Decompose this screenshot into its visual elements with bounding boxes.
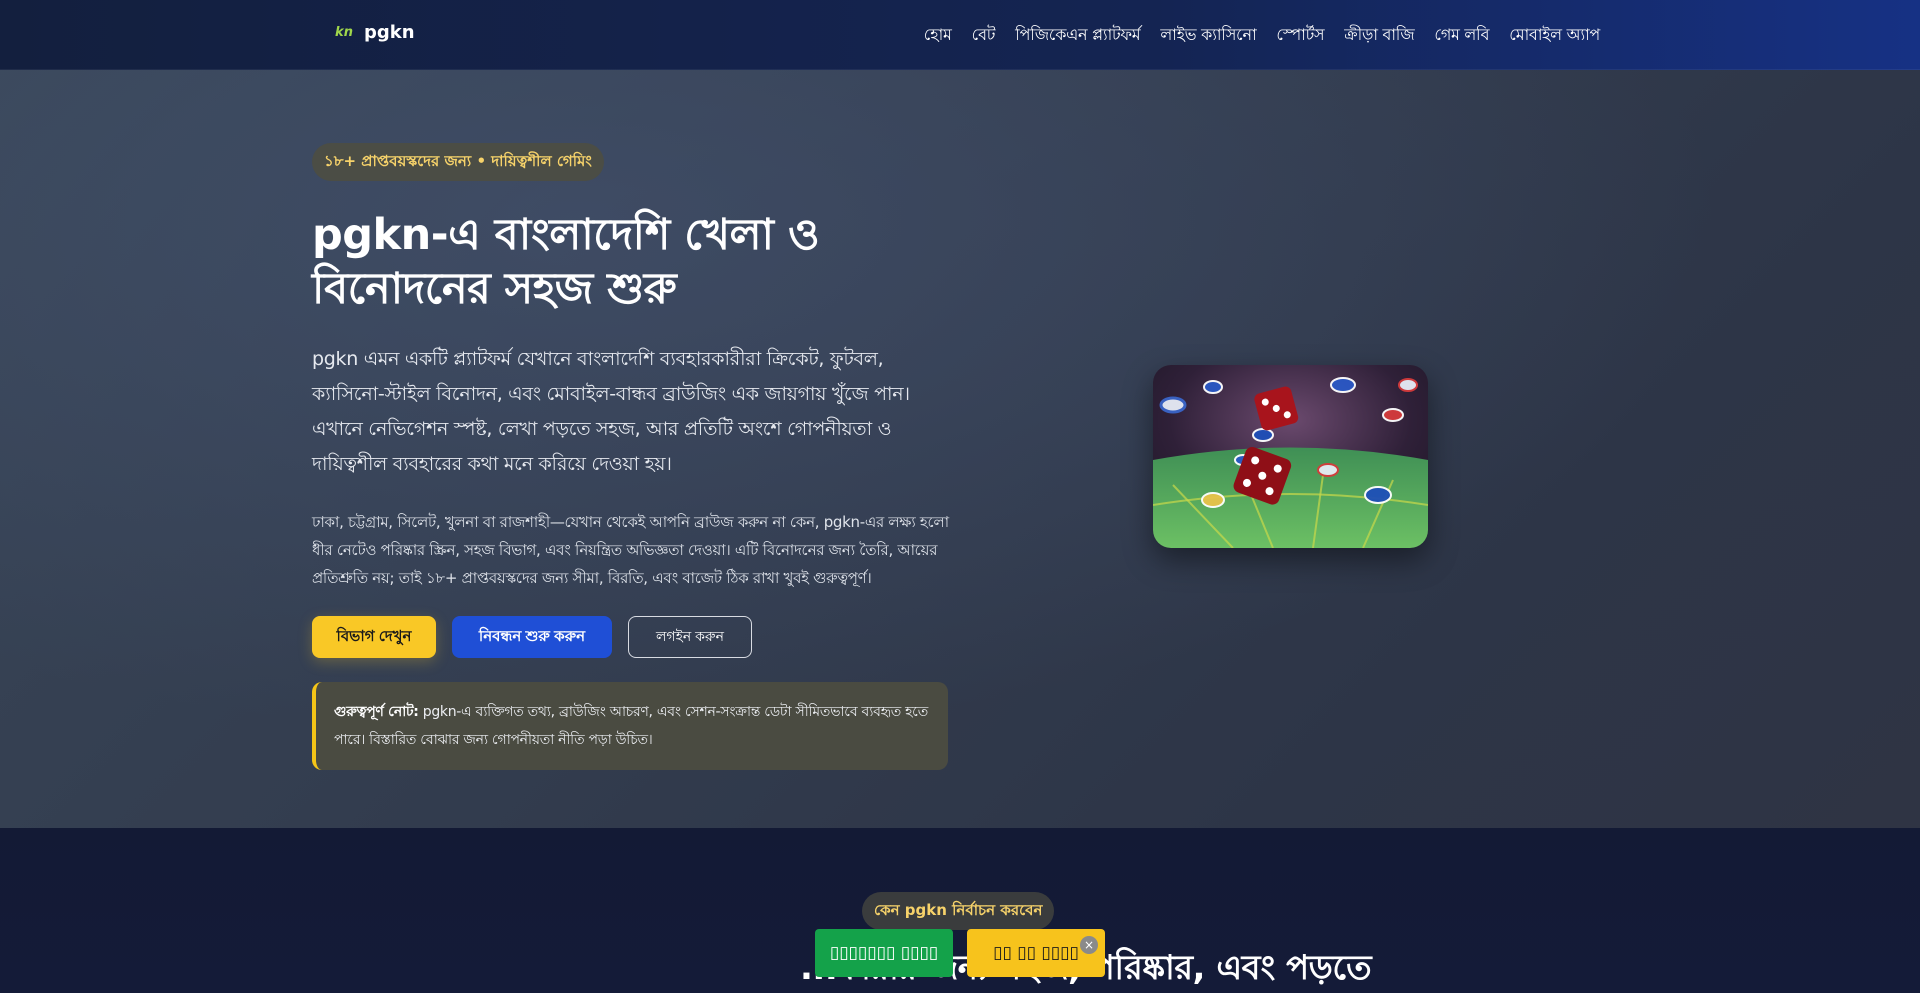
hero-lead-text: pgkn এমন একটি প্ল্যাটফর্ম যেখানে বাংলাদে… (312, 348, 910, 475)
why-choose-badge: কেন pgkn নির্বাচন করবেন (862, 892, 1055, 930)
note-text: pgkn-এ ব্যক্তিগত তথ্য, ব্রাউজিং আচরণ, এব… (334, 704, 929, 748)
floating-green-button[interactable]: ▯▯▯▯▯▯▯ ▯▯▯▯ (815, 929, 953, 977)
nav-item-sports[interactable]: স্পোর্টস (1276, 22, 1324, 49)
nav-item-live-casino[interactable]: লাইভ ক্যাসিনো (1160, 22, 1256, 49)
view-sections-button[interactable]: বিভাগ দেখুন (312, 616, 436, 658)
nav-item-game-lobby[interactable]: গেম লবি (1434, 22, 1489, 49)
nav-item-pgkn-platform[interactable]: পিজিকেএন প্ল্যাটফর্ম (1015, 22, 1141, 49)
hero-title: pgkn-এ বাংলাদেশি খেলা ও বিনোদনের সহজ শুর… (312, 210, 820, 314)
note-label: গুরুত্বপূর্ণ নোট: (334, 704, 419, 720)
nav-item-home[interactable]: হোম (924, 22, 952, 49)
brand-logo-icon: kn (335, 25, 353, 40)
hero-buttons: বিভাগ দেখুন নিবন্ধন শুরু করুন লগইন করুন (312, 616, 752, 658)
top-navbar: kn pgkn হোম বেট পিজিকেএন প্ল্যাটফর্ম লাই… (0, 0, 1920, 70)
casino-dice-chips-image (1153, 365, 1428, 548)
brand-name: pgkn (364, 22, 415, 43)
register-button[interactable]: নিবন্ধন শুরু করুন (452, 616, 612, 658)
nav-item-sports-betting[interactable]: ক্রীড়া বাজি (1344, 22, 1414, 49)
brand[interactable]: kn pgkn (334, 22, 415, 43)
hero-body-text: ঢাকা, চট্টগ্রাম, সিলেট, খুলনা বা রাজশাহী… (312, 513, 949, 587)
age-badge: ১৮+ প্রাপ্তবয়স্কদের জন্য • দায়িত্বশীল … (312, 143, 604, 181)
important-note: গুরুত্বপূর্ণ নোট: pgkn-এ ব্যক্তিগত তথ্য,… (312, 682, 948, 770)
nav-item-bet[interactable]: বেট (972, 22, 996, 49)
login-button[interactable]: লগইন করুন (628, 616, 752, 658)
casino-illustration (1153, 365, 1428, 548)
main-nav: হোম বেট পিজিকেএন প্ল্যাটফর্ম লাইভ ক্যাসি… (924, 22, 1601, 49)
close-icon[interactable]: × (1080, 936, 1098, 954)
nav-item-mobile-app[interactable]: মোবাইল অ্যাপ (1509, 22, 1600, 49)
why-choose-section: কেন pgkn নির্বাচন করবেন ...কারীর জন্য সহ… (0, 828, 1920, 993)
hero-section: ১৮+ প্রাপ্তবয়স্কদের জন্য • দায়িত্বশীল … (0, 70, 1920, 828)
